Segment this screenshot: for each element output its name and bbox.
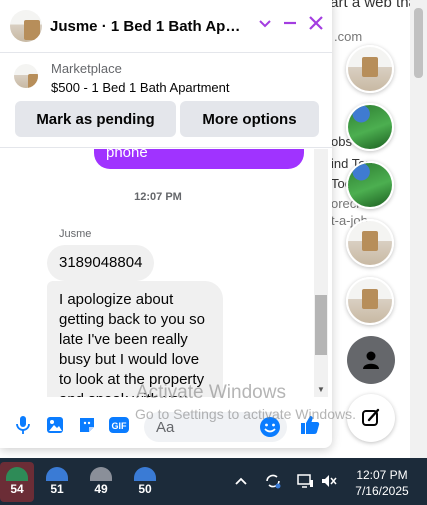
gauge-icon (46, 467, 68, 481)
marketplace-banner: Marketplace $500 - 1 Bed 1 Bath Apartmen… (0, 52, 332, 148)
sync-icon[interactable] (264, 472, 282, 490)
taskbar-badge: 50 (138, 482, 152, 496)
more-chats-button[interactable] (347, 336, 395, 384)
chevron-up-icon[interactable] (232, 472, 250, 490)
chat-head-room[interactable] (346, 277, 394, 325)
listing-thumbnail[interactable] (14, 64, 38, 88)
gauge-icon (134, 467, 156, 481)
avatar-photo (10, 10, 42, 42)
chat-window: Jusme · 1 Bed 1 Bath Apart... Marketplac… (0, 0, 332, 448)
message-thread: phone 12:07 PM Jusme 3189048804 I apolog… (0, 149, 332, 397)
chat-head-yard[interactable] (346, 103, 394, 151)
gauge-icon (90, 467, 112, 481)
listing-photo (14, 64, 38, 88)
taskbar-app-button[interactable]: 50 (128, 462, 162, 502)
incoming-message[interactable]: 3189048804 (47, 245, 155, 281)
bg-snippet: .com (334, 29, 363, 44)
gif-icon[interactable]: GIF (108, 414, 130, 436)
chevron-down-icon[interactable] (258, 14, 272, 36)
microphone-icon[interactable] (12, 414, 34, 436)
marketplace-label: Marketplace (51, 61, 122, 76)
clock-time: 12:07 PM (356, 468, 408, 482)
svg-text:GIF: GIF (112, 421, 128, 431)
minimize-icon[interactable] (282, 14, 298, 36)
listing-photo (348, 105, 392, 149)
system-clock[interactable]: 12:07 PM 7/16/2025 (346, 467, 418, 499)
page-scrollbar-thumb[interactable] (414, 8, 423, 78)
taskbar-badge: 54 (10, 482, 24, 496)
avatar[interactable] (10, 10, 42, 42)
message-timestamp: 12:07 PM (134, 191, 182, 203)
thread-scrollbar-thumb[interactable] (315, 295, 327, 355)
listing-photo (348, 163, 392, 207)
photo-icon[interactable] (44, 414, 66, 436)
volume-muted-icon[interactable] (320, 472, 338, 490)
sender-name: Jusme (59, 228, 92, 240)
monitor-icon[interactable] (296, 472, 314, 490)
listing-photo (348, 279, 392, 323)
taskbar-badge: 51 (50, 482, 64, 496)
close-icon[interactable] (308, 14, 324, 36)
chat-head-room[interactable] (346, 219, 394, 267)
taskbar: 54 51 49 50 12:07 PM 7/16/2025 (0, 458, 427, 505)
sticker-icon[interactable] (76, 414, 98, 436)
outgoing-message[interactable]: phone (94, 149, 304, 169)
person-icon (363, 351, 379, 369)
conversation-title[interactable]: Jusme · 1 Bed 1 Bath Apart... (50, 18, 245, 35)
activate-windows-watermark: Activate Windows (136, 382, 286, 403)
taskbar-app-button[interactable]: 54 (0, 462, 34, 502)
listing-photo (348, 47, 392, 91)
taskbar-app-button[interactable]: 49 (84, 462, 118, 502)
listing-photo (348, 221, 392, 265)
listing-title[interactable]: $500 - 1 Bed 1 Bath Apartment (51, 80, 230, 95)
chat-head-room[interactable] (346, 45, 394, 93)
compose-icon (362, 408, 380, 426)
activate-windows-subtext: Go to Settings to activate Windows. (135, 406, 356, 422)
chat-header[interactable]: Jusme · 1 Bed 1 Bath Apart... (0, 0, 332, 52)
more-options-button[interactable]: More options (180, 101, 319, 137)
gauge-icon (6, 467, 28, 481)
page-scrollbar[interactable] (410, 0, 427, 458)
scroll-down-arrow[interactable]: ▼ (317, 385, 325, 394)
clock-date: 7/16/2025 (355, 484, 409, 498)
taskbar-app-button[interactable]: 51 (40, 462, 74, 502)
mark-as-pending-button[interactable]: Mark as pending (15, 101, 176, 137)
thread-scrollbar[interactable]: ▼ (314, 149, 328, 397)
incoming-message[interactable]: I apologize about getting back to you so… (47, 281, 223, 397)
chat-head-yard[interactable] (346, 161, 394, 209)
taskbar-badge: 49 (94, 482, 108, 496)
